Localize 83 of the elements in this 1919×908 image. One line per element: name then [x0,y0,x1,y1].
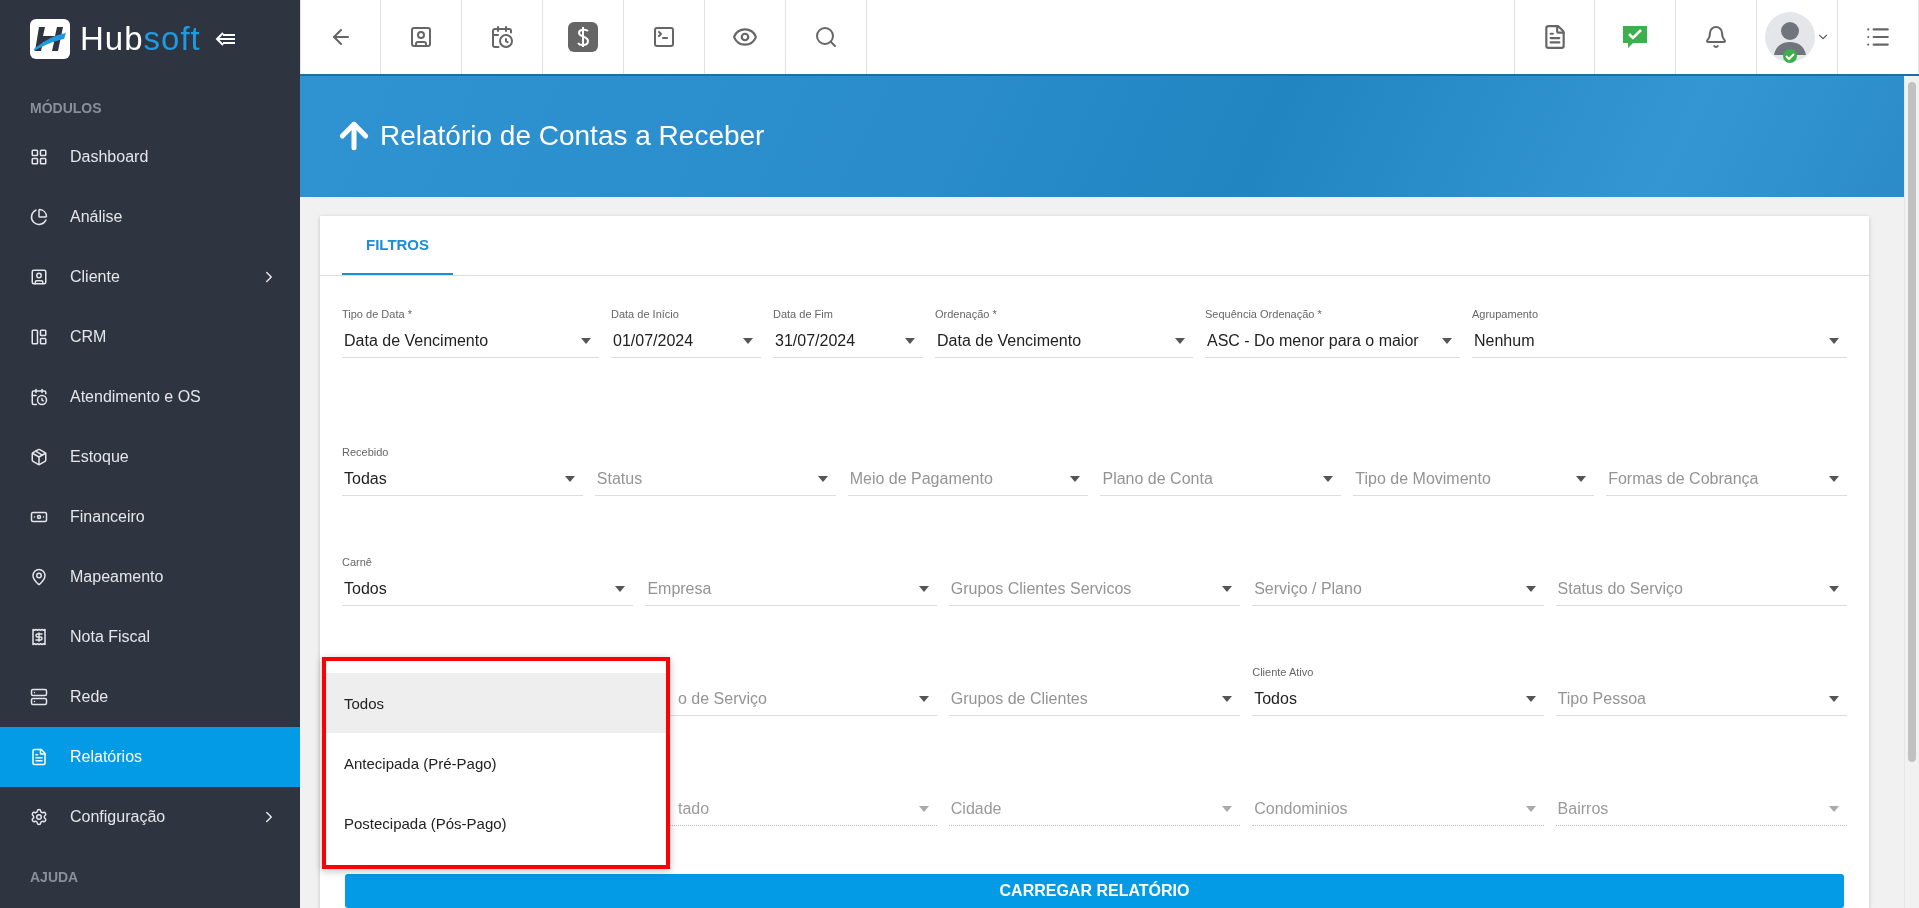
sidebar-item[interactable]: Análise [0,187,300,247]
caret-icon [1070,475,1081,482]
caret-icon [1829,585,1839,592]
document-icon [30,748,48,766]
caret-icon [1829,337,1839,344]
collapse-icon[interactable] [214,31,235,47]
select-field[interactable]: 01/07/2024 [611,324,761,358]
caret-icon [743,337,753,344]
receipt-icon [30,628,48,646]
terminal-icon[interactable] [652,24,676,49]
logo-icon [30,19,70,59]
avatar-icon[interactable] [1764,10,1816,63]
sidebar-item[interactable]: Estoque [0,427,300,487]
field-label: Data de Início [611,308,680,322]
settings-icon [30,808,48,826]
map-pin-icon [30,568,48,586]
sidebar-item[interactable]: Atendimento e OS [0,367,300,427]
dropdown-option[interactable]: Antecipada (Pré-Pago) [326,733,666,793]
caret-icon [1829,475,1839,482]
sidebar-item[interactable]: Dashboard [0,127,300,187]
tab[interactable]: FILTROS [342,216,454,275]
select-field[interactable]: Data de Vencimento [342,324,599,358]
sidebar-item[interactable]: Configuração [0,787,300,847]
select-field[interactable]: Todos [1252,682,1544,716]
field-label: Recebido [342,446,390,460]
package-icon [30,448,48,466]
caret-icon [918,695,929,702]
caret-icon [1222,585,1233,592]
pie-chart-icon [30,208,48,226]
sidebar-item[interactable]: Mapeamento [0,547,300,607]
caret-icon [564,475,575,482]
caret-icon [1576,475,1587,482]
caret-icon [1525,805,1536,812]
dollar-icon[interactable] [568,21,598,52]
select-field[interactable]: Data de Vencimento [935,324,1193,358]
sidebar-item[interactable]: Financeiro [0,487,300,547]
caret-icon [817,475,828,482]
caret-icon [1323,475,1334,482]
caret-icon [1525,695,1536,702]
caret-icon [1525,585,1536,592]
page-title: Relatório de Contas a Receber [380,120,765,153]
board-icon [30,328,48,346]
brand-name: Hubsoft [80,20,201,58]
section-title: AJUDA [29,868,80,887]
field-label: Tipo de Data * [342,308,413,322]
server-icon [30,688,48,706]
sidebar-item[interactable]: Rede [0,667,300,727]
field-label: Carnê [342,556,373,570]
field-label: Data de Fim [773,308,834,322]
sidebar-item[interactable]: Cliente [0,247,300,307]
field-label: Ordenação * [935,308,998,322]
caret-icon [1222,695,1233,702]
field-label: Agrupamento [1472,308,1540,322]
search-icon[interactable] [814,24,838,49]
caret-icon [1829,695,1839,702]
caret-icon [905,337,915,344]
caret-icon [1222,805,1233,812]
scrollbar[interactable] [1904,78,1919,908]
section-title: MÓDULOS [29,98,103,118]
sidebar-item[interactable]: Nota Fiscal [0,607,300,667]
grid-icon [30,148,48,166]
caret-icon [1175,337,1185,344]
caret-icon [918,805,929,812]
field-label: Sequência Ordenação * [1205,308,1323,322]
sidebar-item[interactable]: CRM [0,307,300,367]
contact-card-icon [30,268,48,286]
calendar-clock-icon [30,388,48,406]
select-field[interactable]: Nenhum [1472,324,1847,358]
caret-icon [615,585,626,592]
select-field[interactable]: 31/07/2024 [773,324,923,358]
caret-icon [1829,805,1839,812]
select-field[interactable]: Todas [342,462,583,496]
dropdown-option[interactable]: Todos [326,673,666,733]
dropdown-option[interactable]: Postecipada (Pós-Pago) [326,793,666,853]
select-field[interactable]: ASC - Do menor para o maior [1205,324,1460,358]
contact-card-icon[interactable] [409,24,433,49]
caret-icon [1442,337,1452,344]
field-label: Cliente Ativo [1252,666,1315,680]
select-field[interactable]: Todos [342,572,634,606]
calendar-clock-icon[interactable] [490,24,514,49]
caret-icon [918,585,929,592]
bell-icon[interactable] [1704,24,1728,49]
caret-icon [581,337,591,344]
